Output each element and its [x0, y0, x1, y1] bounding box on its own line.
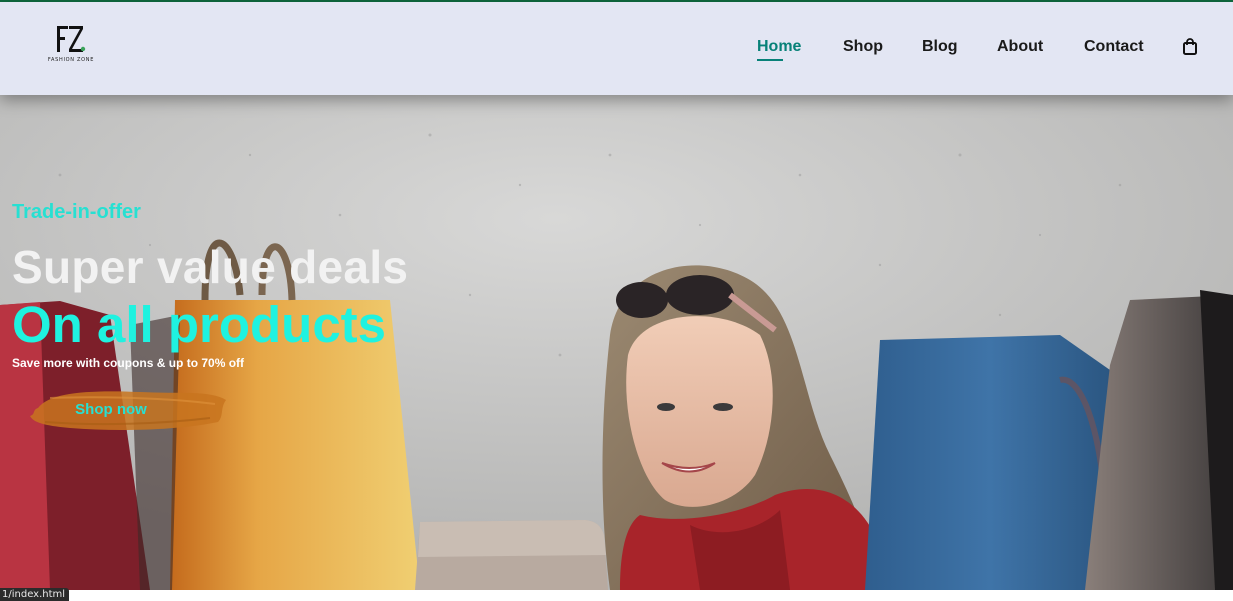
- hero-tagline: Trade-in-offer: [12, 201, 141, 223]
- nav-home[interactable]: Home: [757, 38, 801, 56]
- hero-subheading: On all products: [12, 296, 387, 353]
- nav-about[interactable]: About: [997, 38, 1043, 56]
- shop-now-button[interactable]: Shop now: [30, 386, 226, 434]
- shop-now-label: Shop now: [75, 401, 147, 418]
- nav-contact[interactable]: Contact: [1084, 38, 1144, 56]
- hero-section: Trade-in-offer Super value deals On all …: [0, 95, 1233, 590]
- browser-status-url: 1/index.html: [0, 588, 70, 601]
- nav-active-indicator: [757, 59, 783, 61]
- logo-caption: FASHION ZONE: [47, 57, 95, 63]
- site-header: FASHION ZONE Home Shop Blog About Contac…: [0, 2, 1233, 95]
- hero-heading: Super value deals: [12, 241, 409, 293]
- shopping-bag-icon[interactable]: [1182, 38, 1198, 56]
- brand-logo[interactable]: FASHION ZONE: [42, 24, 100, 68]
- hero-description: Save more with coupons & up to 70% off: [12, 356, 245, 370]
- fz-logo-icon: [57, 26, 86, 52]
- nav-blog[interactable]: Blog: [922, 38, 958, 56]
- nav-shop[interactable]: Shop: [843, 38, 883, 56]
- page-bottom: [0, 590, 1233, 601]
